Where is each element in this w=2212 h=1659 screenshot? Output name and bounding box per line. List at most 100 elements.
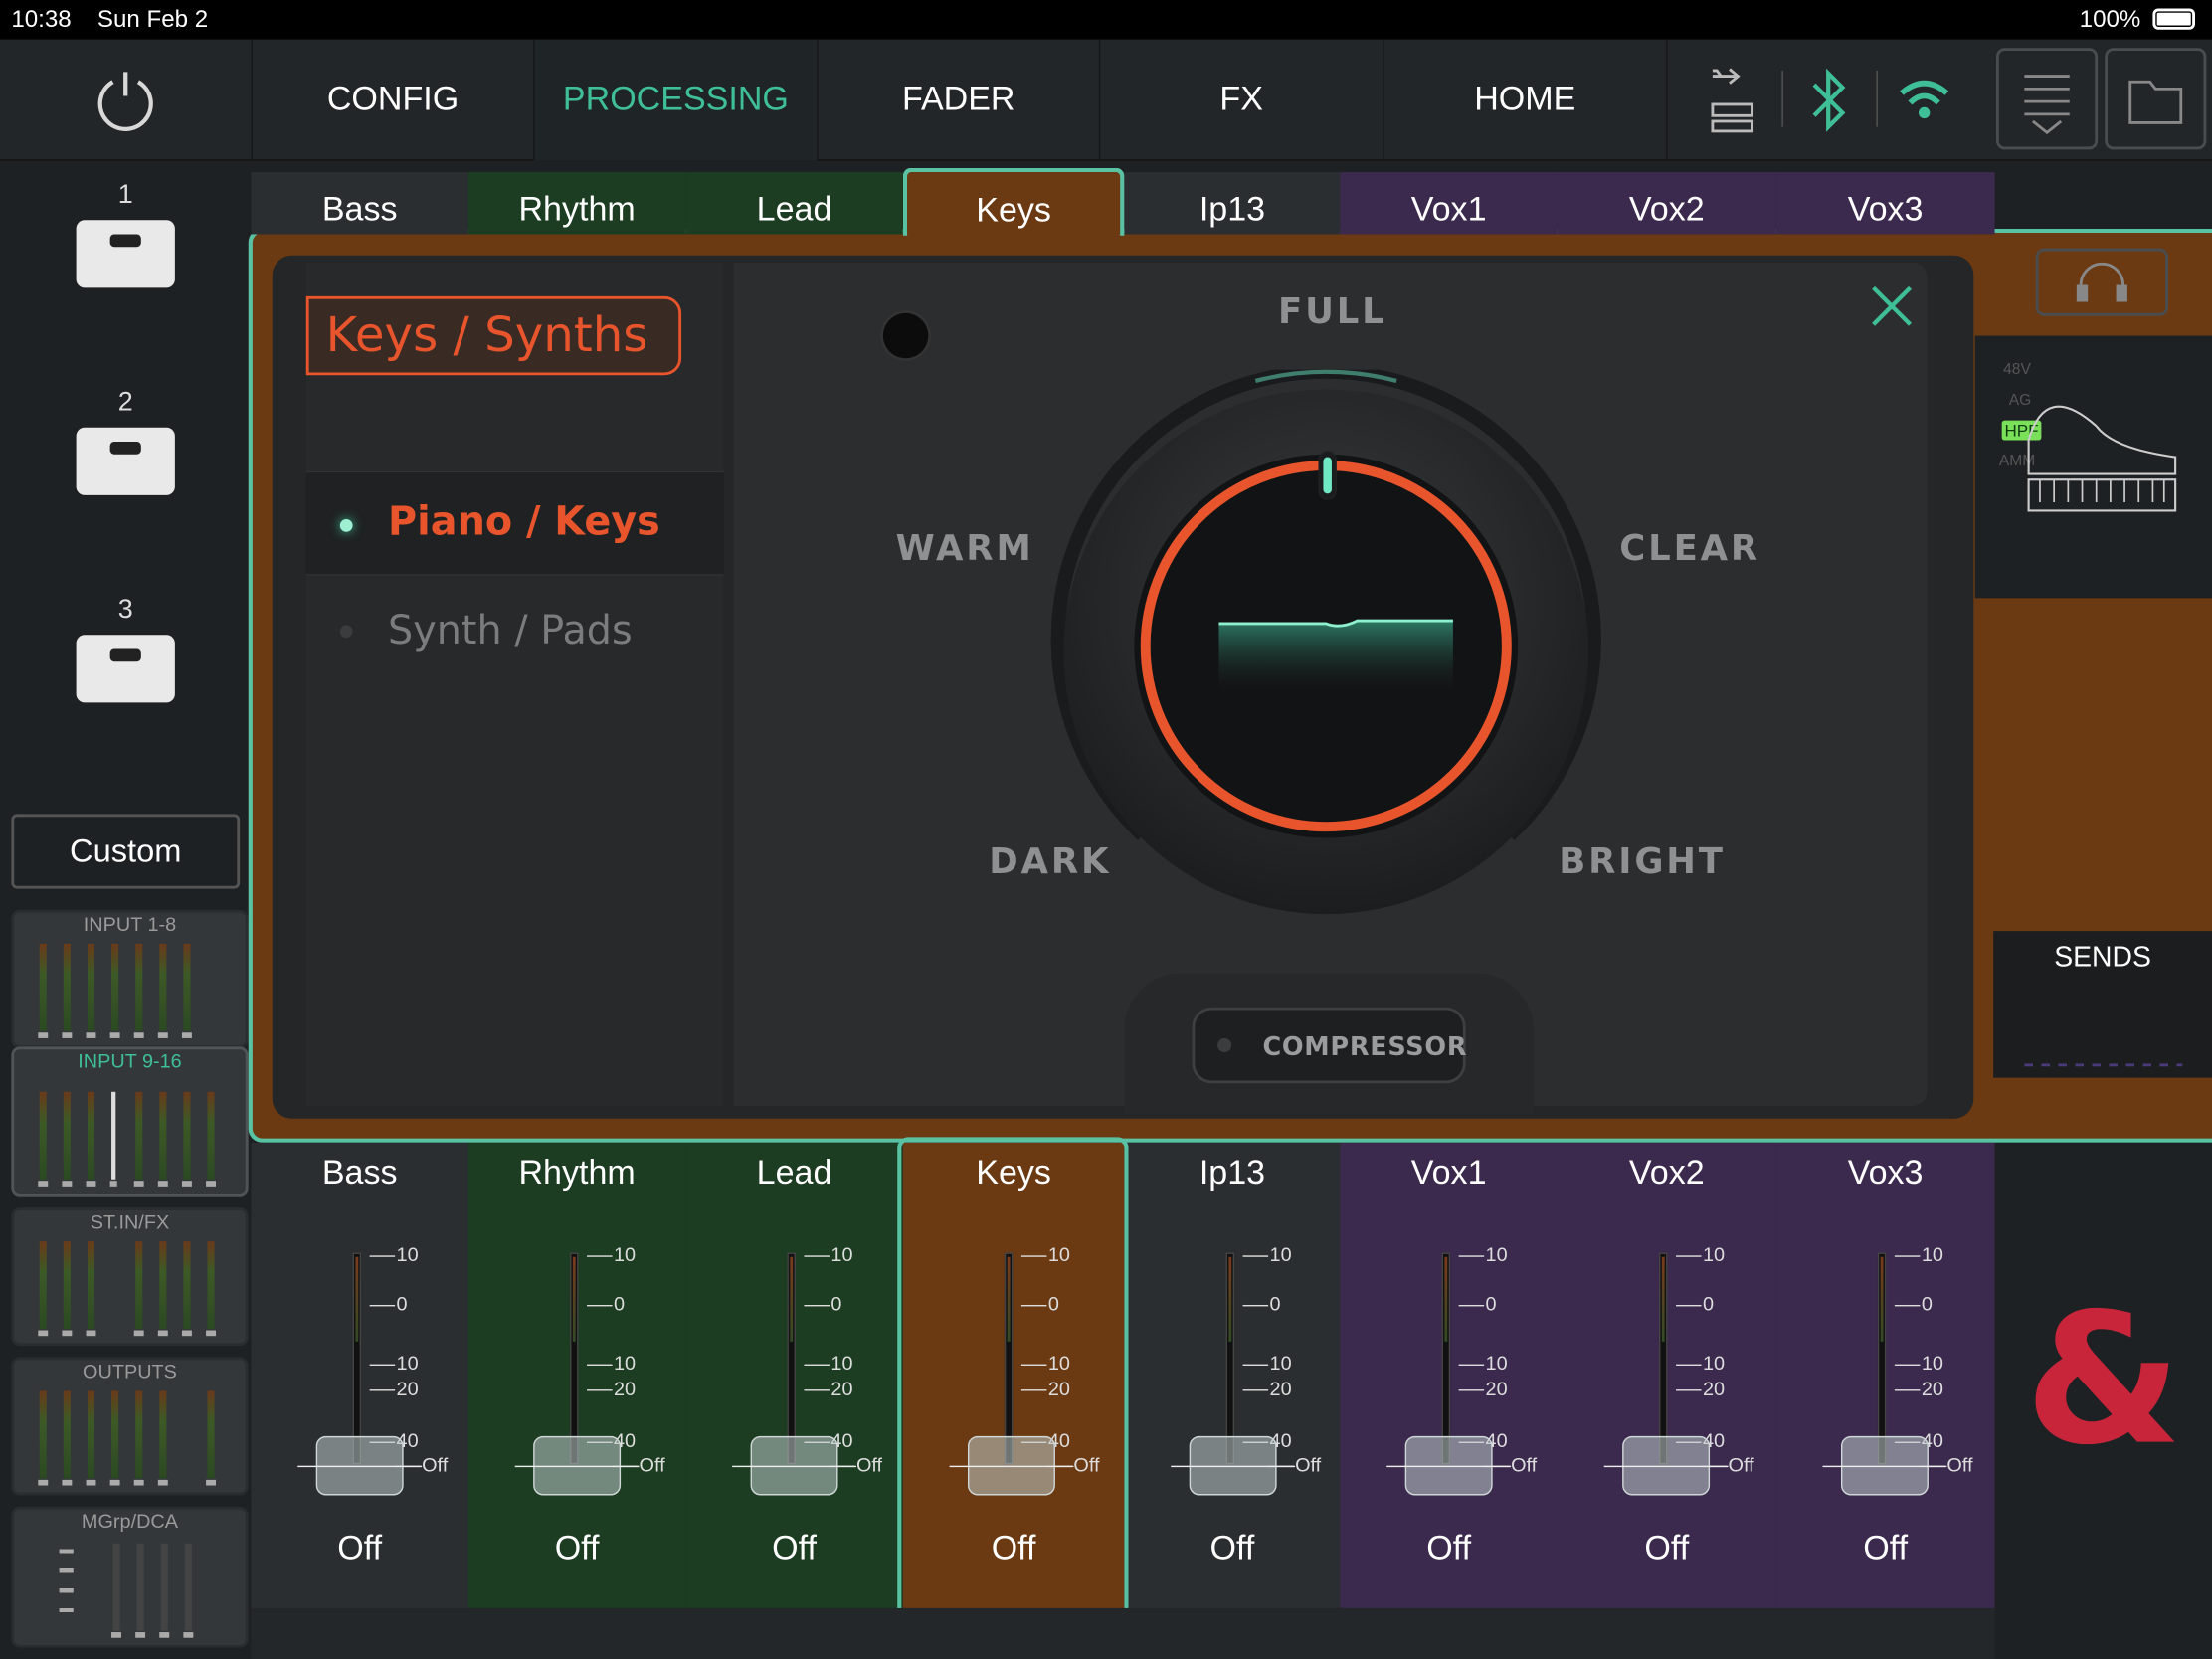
compressor-led-icon: [1217, 1037, 1232, 1053]
menu-icon[interactable]: [1995, 48, 2099, 150]
fader-track: [1225, 1252, 1235, 1465]
battery-icon: [2152, 8, 2195, 30]
fader-cap[interactable]: [297, 1435, 423, 1496]
scale-tick: 20: [1895, 1377, 1943, 1399]
option-label: Synth / Pads: [388, 606, 633, 653]
channel-tab-bass[interactable]: Bass: [251, 172, 468, 235]
scale-tick: 20: [1459, 1377, 1508, 1399]
bank-mgrp-dca[interactable]: MGrp/DCA: [11, 1506, 249, 1648]
sends-color-block: [1974, 598, 2212, 932]
tab-home[interactable]: HOME: [1382, 39, 1666, 161]
folder-icon[interactable]: [2105, 48, 2207, 150]
channel-tab-vox1[interactable]: Vox1: [1340, 172, 1558, 235]
strip-name[interactable]: Keys: [903, 1154, 1125, 1194]
tone-label-full: FULL: [1278, 290, 1387, 332]
bank-input-1-8[interactable]: INPUT 1-8: [11, 909, 249, 1048]
indicator-led-icon: [882, 312, 929, 359]
fader-cap[interactable]: [1386, 1435, 1512, 1496]
usb-sd-icon[interactable]: [1666, 39, 1790, 161]
fader-track: [1441, 1252, 1451, 1465]
tone-label-warm: WARM: [895, 527, 1034, 569]
fader-value: Off: [1426, 1529, 1472, 1567]
fader-track: [787, 1252, 796, 1465]
sends-button[interactable]: SENDS: [1993, 931, 2212, 1078]
fader-value: Off: [1863, 1529, 1909, 1567]
strip-name[interactable]: Ip13: [1124, 1154, 1340, 1194]
category-button[interactable]: Keys / Synths: [305, 295, 682, 376]
channel-tab-ip13[interactable]: Ip13: [1124, 172, 1341, 235]
bank-input-9-16[interactable]: INPUT 9-16: [11, 1046, 249, 1197]
scene-key-icon[interactable]: [76, 635, 175, 703]
custom-button[interactable]: Custom: [11, 814, 241, 889]
status-date: Sun Feb 2: [96, 5, 209, 33]
channel-strip-vox1: Vox1 10 0 10 20 40 Off Off: [1340, 1142, 1558, 1608]
fader-cap[interactable]: [514, 1435, 640, 1496]
fader-track: [1659, 1252, 1668, 1465]
close-icon[interactable]: [1865, 279, 1919, 333]
scale-tick: 0: [1243, 1292, 1281, 1315]
scene-key-icon[interactable]: [76, 220, 175, 288]
channel-strip-lead: Lead 10 0 10 20 40 Off Off: [685, 1142, 903, 1608]
scale-tick: 10: [1021, 1352, 1070, 1375]
divider: [1876, 70, 1878, 127]
scene-key-icon[interactable]: [76, 427, 175, 495]
channel-tab-lead[interactable]: Lead: [685, 172, 903, 235]
bank-st-in-fx[interactable]: ST.IN/FX: [11, 1207, 249, 1347]
sends-meter: [2024, 1063, 2183, 1067]
status-bar: 10:38 Sun Feb 2 100%: [0, 0, 2212, 40]
scene-3[interactable]: 3: [0, 596, 251, 703]
tab-fx[interactable]: FX: [1098, 39, 1382, 161]
scale-tick: 20: [1676, 1377, 1725, 1399]
scale-tick: 10: [1676, 1243, 1725, 1266]
channel-tab-keys[interactable]: Keys: [902, 167, 1125, 236]
channel-tab-vox3[interactable]: Vox3: [1775, 172, 1995, 235]
fader-cap[interactable]: [1603, 1435, 1729, 1496]
bluetooth-icon[interactable]: [1797, 65, 1859, 135]
wifi-icon[interactable]: [1893, 68, 1954, 129]
strip-name[interactable]: Vox3: [1776, 1154, 1995, 1194]
tab-fader[interactable]: FADER: [817, 39, 1099, 161]
scale-tick: 0: [1459, 1292, 1497, 1315]
logo-area: &: [1994, 1142, 2212, 1659]
fader-cap[interactable]: [732, 1435, 856, 1496]
scale-tick: 20: [587, 1377, 636, 1399]
scene-2[interactable]: 2: [0, 388, 251, 495]
tab-config[interactable]: CONFIG: [251, 39, 533, 161]
fader-cap[interactable]: [1171, 1435, 1296, 1496]
option-synth-pads[interactable]: Synth / Pads: [306, 579, 724, 683]
channel-strip-bass: Bass 10 0 10 20 40 Off Off: [251, 1142, 468, 1608]
headphones-icon[interactable]: [2035, 248, 2169, 316]
option-label: Piano / Keys: [388, 497, 660, 545]
divider: [1781, 70, 1783, 127]
fader-value: Off: [991, 1529, 1036, 1567]
channel-tab-vox2[interactable]: Vox2: [1557, 172, 1776, 235]
sends-label: SENDS: [2054, 942, 2151, 974]
channel-tab-rhythm[interactable]: Rhythm: [467, 172, 686, 235]
fader-value: Off: [1209, 1529, 1255, 1567]
fader-cap[interactable]: [1822, 1435, 1947, 1496]
option-piano-keys[interactable]: Piano / Keys: [305, 470, 724, 576]
scale-tick: 10: [1895, 1352, 1943, 1375]
compressor-button[interactable]: COMPRESSOR: [1192, 1007, 1466, 1084]
bank-label: INPUT 1-8: [83, 912, 177, 936]
power-icon[interactable]: [0, 40, 251, 161]
strip-name[interactable]: Lead: [685, 1154, 902, 1194]
scale-tick: 10: [587, 1352, 636, 1375]
scale-tick: 10: [587, 1243, 636, 1266]
strip-name[interactable]: Rhythm: [468, 1154, 685, 1194]
fader-cap[interactable]: [949, 1435, 1074, 1496]
tab-processing[interactable]: PROCESSING: [533, 39, 818, 161]
strip-name[interactable]: Vox1: [1340, 1154, 1557, 1194]
scale-tick: 0: [370, 1292, 408, 1315]
top-nav: CONFIG PROCESSING FADER FX HOME: [0, 39, 2212, 161]
status-time: 10:38: [11, 5, 72, 33]
strip-name[interactable]: Bass: [251, 1154, 467, 1194]
scale-tick: 10: [1243, 1352, 1292, 1375]
scale-tick: 20: [1243, 1377, 1292, 1399]
scene-1[interactable]: 1: [0, 181, 251, 288]
scale-tick: 0: [1895, 1292, 1933, 1315]
tone-knob[interactable]: [1044, 364, 1608, 934]
scene-number: 1: [117, 180, 133, 211]
strip-name[interactable]: Vox2: [1558, 1154, 1776, 1194]
bank-outputs[interactable]: OUTPUTS: [11, 1357, 249, 1496]
